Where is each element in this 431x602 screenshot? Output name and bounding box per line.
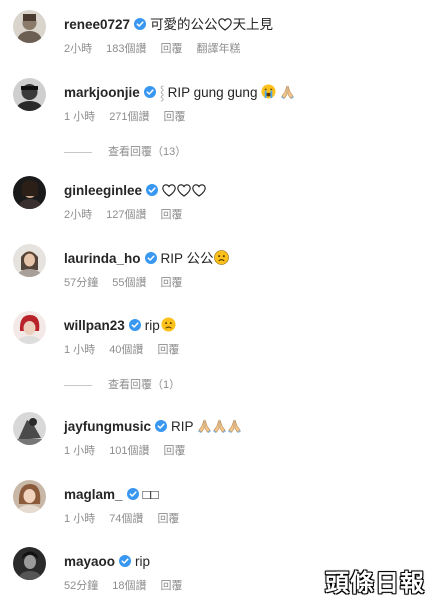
like-count[interactable]: 101個讚 (109, 445, 149, 457)
watermark-logo: 頭條日報 (325, 568, 425, 597)
like-count[interactable]: 271個讚 (109, 111, 149, 123)
avatar[interactable] (13, 10, 46, 43)
comment-time: 1 小時 (64, 344, 96, 356)
comment-text: 可愛的公公 (150, 17, 218, 32)
username[interactable]: mayaoo (64, 554, 115, 569)
comment-time: 57分鐘 (64, 277, 99, 289)
reply-button[interactable]: 回覆 (160, 43, 182, 55)
username[interactable]: jayfungmusic (64, 419, 151, 434)
view-replies-button[interactable]: 查看回覆（1） (64, 376, 180, 392)
reply-button[interactable]: 回覆 (157, 513, 179, 525)
reply-button[interactable]: 回覆 (160, 209, 182, 221)
divider (64, 151, 92, 153)
view-replies-button[interactable]: 查看回覆（13） (64, 143, 186, 159)
verified-badge-icon (127, 488, 139, 500)
comment-text-after: 天上見 (232, 17, 274, 32)
like-count[interactable]: 183個讚 (106, 43, 146, 55)
frowning-face-icon (214, 250, 229, 265)
avatar[interactable] (13, 176, 46, 209)
verified-badge-icon (134, 18, 146, 30)
view-replies-label[interactable]: 查看回覆（1） (108, 379, 180, 391)
comment-time: 1 小時 (64, 111, 96, 123)
username[interactable]: ginleeginlee (64, 183, 142, 198)
heart-outline-icon (218, 18, 232, 31)
reply-button[interactable]: 回覆 (164, 445, 186, 457)
username[interactable]: willpan23 (64, 318, 125, 333)
comment-text: □□ (142, 487, 159, 502)
sad-face-icon (161, 317, 176, 332)
username[interactable]: renee0727 (64, 17, 130, 32)
verified-badge-icon (119, 555, 131, 567)
heart-outline-icon (192, 184, 206, 197)
comment-time: 2小時 (64, 43, 93, 55)
avatar[interactable] (13, 412, 46, 445)
comment-time: 52分鐘 (64, 580, 99, 592)
translate-button[interactable]: 翻譯年糕 (196, 43, 240, 55)
comment-text: RIP (171, 419, 194, 434)
heart-outline-icon (162, 184, 176, 197)
like-count[interactable]: 55個讚 (112, 277, 146, 289)
verified-badge-icon (145, 252, 157, 264)
comment-text: RIP gung gung (167, 85, 258, 100)
comment-time: 1 小時 (64, 513, 96, 525)
verified-badge-icon (144, 86, 156, 98)
avatar[interactable] (13, 78, 46, 111)
username[interactable]: maglam_ (64, 487, 123, 502)
username[interactable]: markjoonjie (64, 85, 140, 100)
praying-hands-icon (212, 418, 227, 433)
reply-button[interactable]: 回覆 (161, 277, 183, 289)
verified-badge-icon (155, 420, 167, 432)
like-count[interactable]: 74個讚 (109, 513, 143, 525)
heart-outline-icon (177, 184, 191, 197)
username[interactable]: laurinda_ho (64, 251, 141, 266)
reply-button[interactable]: 回覆 (164, 111, 186, 123)
crying-face-icon (261, 84, 276, 99)
comment-text: rip (144, 318, 160, 333)
praying-hands-icon (197, 418, 212, 433)
avatar[interactable] (13, 480, 46, 513)
avatar[interactable] (13, 244, 46, 277)
praying-hands-icon (280, 84, 295, 99)
praying-hands-icon (227, 418, 242, 433)
view-replies-label[interactable]: 查看回覆（13） (108, 146, 186, 158)
like-count[interactable]: 127個讚 (106, 209, 146, 221)
like-count[interactable]: 18個讚 (112, 580, 146, 592)
like-count[interactable]: 40個讚 (109, 344, 143, 356)
divider (64, 384, 92, 386)
verified-badge-icon (129, 319, 141, 331)
comment-time: 2小時 (64, 209, 93, 221)
avatar[interactable] (13, 311, 46, 344)
comment-text: RIP 公公 (160, 251, 214, 266)
verified-badge-icon (146, 184, 158, 196)
reply-button[interactable]: 回覆 (161, 580, 183, 592)
comment-time: 1 小時 (64, 445, 96, 457)
reply-button[interactable]: 回覆 (157, 344, 179, 356)
comment-text: rip (135, 554, 151, 569)
avatar[interactable] (13, 547, 46, 580)
